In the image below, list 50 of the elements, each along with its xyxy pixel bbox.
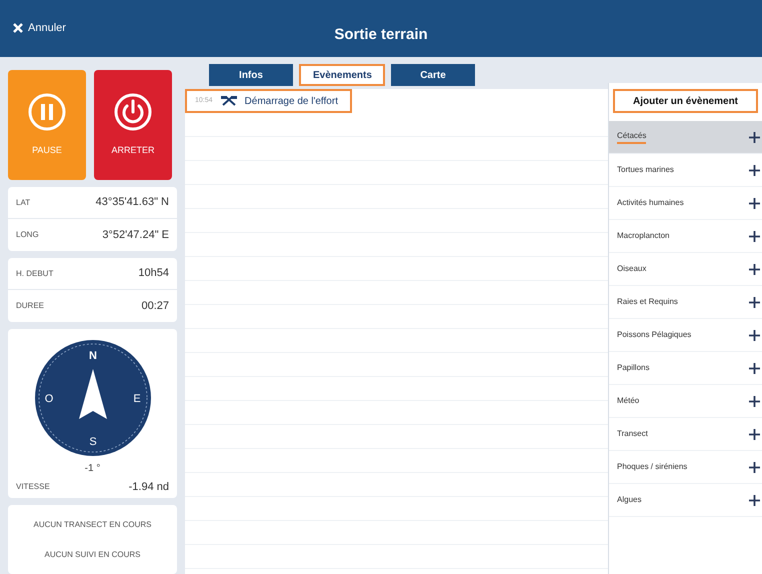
tab[interactable]: Carte [391,64,475,86]
heading-value: -1 ° [84,462,100,476]
field-value: 43°35'41.63" N [96,195,169,210]
plus-icon [749,362,760,374]
speed-value: -1.94 nd [128,480,169,495]
event-label: Démarrage de l'effort [244,94,338,108]
plus-icon [749,396,760,406]
plus-icon [749,164,760,176]
category-label: Raies et Requins [617,296,678,308]
category-label: Macroplancton [617,230,670,242]
cancel-button[interactable]: Annuler [12,20,66,36]
category-label: Tortues marines [617,164,674,176]
plus-icon [749,296,760,308]
field-value: 00:27 [141,298,169,314]
field-value: 10h54 [138,266,169,282]
plus-icon [749,428,760,440]
status-message: AUCUN SUIVI EN COURS [44,549,140,561]
field-label: LONG [16,229,39,241]
category-label: Algues [617,494,642,506]
plus-icon [749,462,760,472]
plus-icon [749,198,760,208]
plus-icon [749,264,760,274]
window-title: Sortie terrain [334,25,428,46]
plus-icon [749,132,760,142]
add-event-button[interactable]: Ajouter un évènement [613,89,758,113]
category-label: Météo [617,395,640,407]
category-label: Oiseaux [617,263,646,275]
field-label: LAT [16,196,30,208]
power-icon [113,92,153,132]
pause-icon [27,92,67,132]
category-item[interactable]: Cétacés [609,121,762,154]
speed-label: VITESSE [16,481,50,493]
field-value: 3°52'47.24" E [102,228,169,243]
field-label: H. DEBUT [16,268,54,280]
field-label: DUREE [16,300,44,312]
stop-button[interactable]: ARRETER [94,70,172,180]
category-label: Cétacés [617,130,646,144]
close-icon [12,22,24,34]
category-label: Transect [617,428,648,440]
tab[interactable]: Infos [209,64,293,86]
tab[interactable]: Evènements [299,64,385,86]
status-message: AUCUN TRANSECT EN COURS [34,519,152,531]
plus-icon [749,230,760,242]
category-label: Poissons Pélagiques [617,329,692,341]
plus-icon [749,494,760,506]
category-label: Phoques / siréniens [617,461,688,473]
plus-icon [749,330,760,340]
compass-drawing: N E S O [34,339,152,457]
category-label: Activités humaines [617,197,684,209]
category-label: Papillons [617,362,650,374]
